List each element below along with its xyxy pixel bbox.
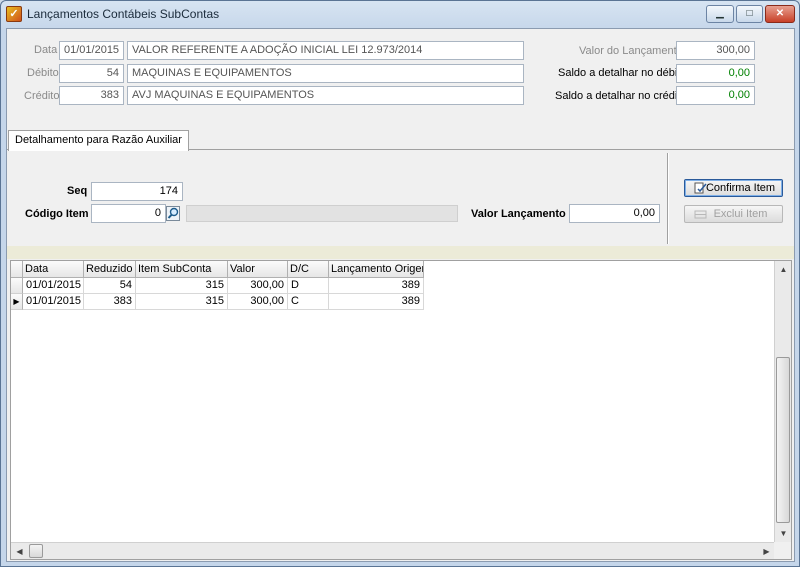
vertical-scroll-thumb[interactable] <box>776 357 790 523</box>
magnifier-lookup-icon[interactable] <box>166 206 180 221</box>
table-cell[interactable]: 315 <box>136 294 228 310</box>
confirma-item-button[interactable]: Confirma Item <box>684 179 783 197</box>
title-bar[interactable]: ✓ Lançamentos Contábeis SubContas ▁ □ ✕ <box>1 1 799 27</box>
data-field[interactable]: 01/01/2015 <box>59 41 124 60</box>
maximize-button[interactable]: □ <box>736 5 763 23</box>
table-cell[interactable]: 300,00 <box>228 278 288 294</box>
valor-lancamento-field[interactable]: 300,00 <box>676 41 755 60</box>
table-cell[interactable]: 54 <box>84 278 136 294</box>
historico-field[interactable]: VALOR REFERENTE A ADOÇÃO INICIAL LEI 12.… <box>127 41 524 60</box>
table-cell[interactable]: 300,00 <box>228 294 288 310</box>
item-description-bar <box>186 205 458 222</box>
seq-field[interactable]: 174 <box>91 182 183 201</box>
current-row-arrow-icon[interactable]: ▶ <box>11 294 23 310</box>
saldo-debito-field[interactable]: 0,00 <box>676 64 755 83</box>
credito-code-field[interactable]: 383 <box>59 86 124 105</box>
checkmark-app-icon: ✓ <box>6 6 22 22</box>
table-cell[interactable]: 315 <box>136 278 228 294</box>
table-cell[interactable]: 389 <box>329 278 424 294</box>
codigo-item-field[interactable]: 0 <box>91 204 166 223</box>
table-cell[interactable]: D <box>288 278 329 294</box>
window-title: Lançamentos Contábeis SubContas <box>27 7 220 21</box>
tab-detalhamento[interactable]: Detalhamento para Razão Auxiliar <box>8 130 189 151</box>
scroll-right-icon[interactable]: ▶ <box>758 543 775 560</box>
codigo-item-label: Código Item <box>25 208 89 220</box>
table-cell[interactable]: 383 <box>84 294 136 310</box>
main-window: ✓ Lançamentos Contábeis SubContas ▁ □ ✕ … <box>0 0 800 567</box>
debito-code-field[interactable]: 54 <box>59 64 124 83</box>
column-header-dc[interactable]: D/C <box>288 261 329 278</box>
horizontal-scroll-thumb[interactable] <box>29 544 43 558</box>
delete-grid-icon <box>694 210 707 219</box>
column-header-item-subconta[interactable]: Item SubConta <box>136 261 228 278</box>
debito-label: Débito <box>27 67 59 79</box>
saldo-debito-label: Saldo a detalhar no débito <box>558 67 687 79</box>
scrollbar-corner <box>774 542 791 559</box>
confirm-edit-icon <box>694 182 707 194</box>
table-cell[interactable]: 01/01/2015 <box>23 294 84 310</box>
scroll-down-icon[interactable]: ▼ <box>775 525 792 542</box>
minimize-button[interactable]: ▁ <box>706 5 734 23</box>
table-cell[interactable]: 389 <box>329 294 424 310</box>
lancamentos-grid[interactable]: Data Reduzido Item SubConta Valor D/C La… <box>10 260 792 560</box>
grid-corner-header <box>11 261 23 278</box>
credito-label: Crédito <box>24 90 60 102</box>
horizontal-scrollbar[interactable]: ◀ ▶ <box>11 542 775 559</box>
tab-bar: Detalhamento para Razão Auxiliar <box>7 130 794 151</box>
column-header-valor[interactable]: Valor <box>228 261 288 278</box>
table-cell[interactable]: C <box>288 294 329 310</box>
debito-desc-field[interactable]: MAQUINAS E EQUIPAMENTOS <box>127 64 524 83</box>
scroll-left-icon[interactable]: ◀ <box>11 543 28 560</box>
panel-divider <box>667 153 669 244</box>
row-indicator[interactable] <box>11 278 23 294</box>
scroll-up-icon[interactable]: ▲ <box>775 261 792 278</box>
saldo-credito-label: Saldo a detalhar no crédito <box>555 90 687 102</box>
separator-strip <box>7 246 794 259</box>
valor-lancamento-detail-field[interactable]: 0,00 <box>569 204 660 223</box>
exclui-item-button[interactable]: Exclui Item <box>684 205 783 223</box>
valor-lancamento-label: Valor do Lançamento <box>579 45 683 57</box>
saldo-credito-field[interactable]: 0,00 <box>676 86 755 105</box>
form-client-area: Data 01/01/2015 VALOR REFERENTE A ADOÇÃO… <box>6 28 795 562</box>
column-header-reduzido[interactable]: Reduzido <box>84 261 136 278</box>
column-header-data[interactable]: Data <box>23 261 84 278</box>
valor-lancamento-detail-label: Valor Lançamento <box>471 208 566 220</box>
column-header-lancamento-origem[interactable]: Lançamento Origem <box>329 261 424 278</box>
seq-label: Seq <box>67 185 88 197</box>
credito-desc-field[interactable]: AVJ MAQUINAS E EQUIPAMENTOS <box>127 86 524 105</box>
data-label: Data <box>34 44 58 56</box>
exclui-item-label: Exclui Item <box>713 208 768 220</box>
confirma-item-label: Confirma Item <box>705 182 776 194</box>
close-button[interactable]: ✕ <box>765 5 795 23</box>
table-cell[interactable]: 01/01/2015 <box>23 278 84 294</box>
vertical-scrollbar[interactable]: ▲ ▼ <box>774 261 791 542</box>
